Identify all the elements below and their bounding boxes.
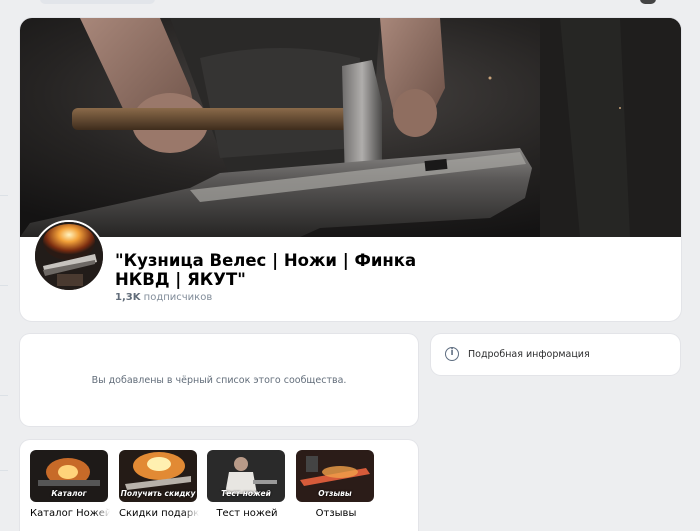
blacklist-notice-card: Вы добавлены в чёрный список этого сообщ… bbox=[20, 334, 418, 426]
subscribers-count[interactable]: 1,3K подписчиков bbox=[115, 292, 212, 303]
product-thumbnail[interactable]: Получить скидку bbox=[119, 450, 197, 502]
product-item-catalog[interactable]: Каталог Каталог Ножей bbox=[30, 450, 110, 519]
search-input[interactable] bbox=[40, 0, 155, 4]
subscribers-label: подписчиков bbox=[143, 292, 213, 303]
product-label[interactable]: Скидки подарки bbox=[119, 508, 199, 519]
rail-divider bbox=[0, 195, 8, 196]
products-card: Каталог Каталог Ножей Получить скидку Ск… bbox=[20, 440, 418, 531]
info-link-label[interactable]: Подробная информация bbox=[468, 349, 590, 360]
group-title: "Кузница Велес | Ножи | Финка НКВД | ЯКУ… bbox=[115, 251, 417, 289]
product-overlay-text: Каталог bbox=[51, 489, 87, 498]
product-overlay-text: Тест ножей bbox=[221, 489, 271, 498]
user-avatar-icon[interactable] bbox=[640, 0, 656, 4]
group-header-card: "Кузница Велес | Ножи | Финка НКВД | ЯКУ… bbox=[20, 18, 681, 321]
product-item-discounts[interactable]: Получить скидку Скидки подарки bbox=[119, 450, 199, 519]
top-bar bbox=[0, 0, 700, 8]
product-thumbnail[interactable]: Тест ножей bbox=[207, 450, 285, 502]
subscribers-number: 1,3K bbox=[115, 292, 141, 303]
cover-image bbox=[20, 18, 681, 237]
product-overlay-text: Получить скидку bbox=[120, 489, 196, 498]
product-item-test[interactable]: Тест ножей Тест ножей bbox=[207, 450, 287, 519]
product-label[interactable]: Каталог Ножей bbox=[30, 508, 110, 519]
rail-divider bbox=[0, 470, 8, 471]
info-icon: i bbox=[445, 347, 459, 361]
info-link-card[interactable]: i Подробная информация bbox=[431, 334, 680, 375]
group-avatar[interactable] bbox=[33, 220, 105, 292]
rail-divider bbox=[0, 285, 8, 286]
product-thumbnail[interactable]: Отзывы bbox=[296, 450, 374, 502]
product-overlay-text: Отзывы bbox=[318, 489, 352, 498]
product-thumbnail[interactable]: Каталог bbox=[30, 450, 108, 502]
blacklist-message: Вы добавлены в чёрный список этого сообщ… bbox=[91, 375, 347, 386]
product-item-reviews[interactable]: Отзывы Отзывы bbox=[296, 450, 376, 519]
product-label[interactable]: Отзывы bbox=[296, 508, 376, 519]
product-label[interactable]: Тест ножей bbox=[207, 508, 287, 519]
left-rail bbox=[0, 0, 8, 531]
rail-divider bbox=[0, 395, 8, 396]
